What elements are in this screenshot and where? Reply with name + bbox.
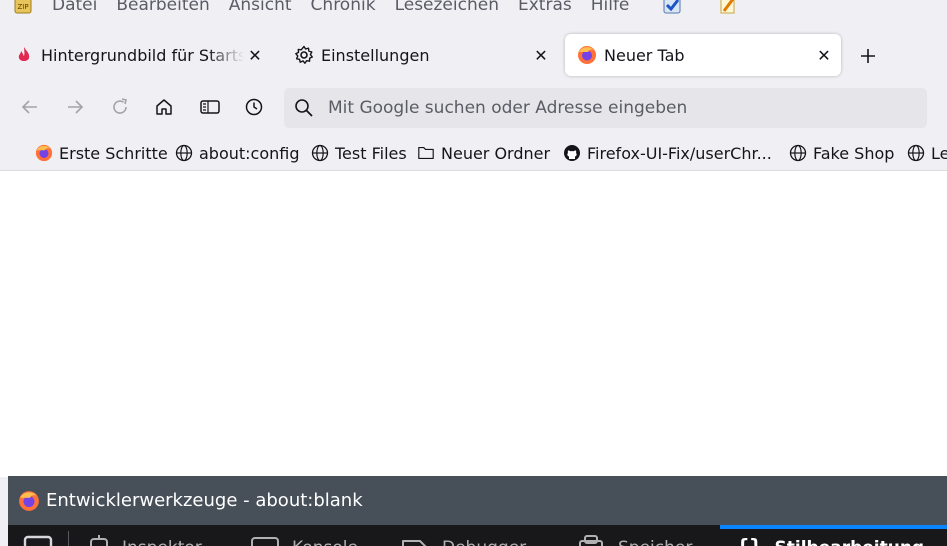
tab-label: Hintergrundbild für Startseite xyxy=(41,45,244,65)
devtools-tab-label: Speicher xyxy=(618,538,692,546)
gear-icon xyxy=(294,45,314,65)
plus-icon xyxy=(861,49,875,63)
tab-label: Einstellungen xyxy=(321,45,430,65)
devtools-tab-speicher[interactable]: Speicher xyxy=(576,533,692,546)
devtools-title: Entwicklerwerkzeuge - about:blank xyxy=(46,490,363,511)
close-icon[interactable]: ✕ xyxy=(530,44,552,66)
notepad-extension-icon[interactable] xyxy=(718,0,738,15)
firefox-icon xyxy=(35,144,53,162)
bookmarks-toolbar: Erste Schritte about:config Test Files N… xyxy=(0,138,947,168)
menu-extras[interactable]: Extras xyxy=(518,0,572,15)
menu-ansicht[interactable]: Ansicht xyxy=(229,0,292,15)
selected-tab-indicator xyxy=(720,525,947,529)
firefox-icon xyxy=(19,490,39,511)
bookmark-erste-schritte[interactable]: Erste Schritte xyxy=(35,141,168,165)
new-tab-button[interactable] xyxy=(856,44,880,68)
bookmark-fake-shop[interactable]: Fake Shop xyxy=(789,141,894,165)
home-button[interactable] xyxy=(152,95,176,119)
bookmark-label: Fake Shop xyxy=(813,143,895,163)
checkmark-extension-icon[interactable] xyxy=(662,0,682,15)
bookmark-label: Neuer Ordner xyxy=(441,143,551,163)
pick-element-icon xyxy=(23,535,53,546)
reload-icon xyxy=(113,98,127,114)
page-content[interactable] xyxy=(0,170,947,477)
devtools-tab-stilbearbeitung[interactable]: {} Stilbearbeitung xyxy=(736,533,924,546)
devtools-tab-label: Stilbearbeitung xyxy=(775,538,925,546)
devtools-tab-konsole[interactable]: Konsole xyxy=(250,533,358,546)
devtools-tab-label: Inspektor xyxy=(122,538,202,546)
clock-icon xyxy=(245,98,263,116)
github-icon xyxy=(563,144,581,162)
devtools-pick-element-button[interactable] xyxy=(23,533,53,546)
console-icon xyxy=(251,537,279,546)
toolbar-separator xyxy=(68,531,69,546)
tab-bar: Hintergrundbild für Startseite ✕ Einstel… xyxy=(0,30,947,80)
menu-bearbeiten[interactable]: Bearbeiten xyxy=(116,0,209,15)
back-button[interactable] xyxy=(18,95,42,119)
tab-hintergrundbild[interactable]: Hintergrundbild für Startseite ✕ xyxy=(2,34,272,76)
bookmark-about-config[interactable]: about:config xyxy=(175,141,300,165)
firefox-icon xyxy=(577,45,597,65)
bookmark-label: Test Files xyxy=(335,143,407,163)
zip-label: ZIP xyxy=(17,3,28,11)
globe-icon xyxy=(789,144,807,162)
devtools-tab-label: Konsole xyxy=(292,538,358,546)
history-button[interactable] xyxy=(242,95,266,119)
flame-icon xyxy=(14,45,34,65)
tab-einstellungen[interactable]: Einstellungen ✕ xyxy=(282,34,558,76)
folder-icon xyxy=(417,144,435,162)
arrow-left-icon xyxy=(21,100,37,114)
sidebar-toggle-button[interactable] xyxy=(198,95,222,119)
menu-chronik[interactable]: Chronik xyxy=(311,0,376,15)
style-editor-icon: {} xyxy=(736,536,763,546)
debugger-icon xyxy=(402,540,427,546)
devtools-titlebar[interactable]: Entwicklerwerkzeuge - about:blank xyxy=(8,476,947,525)
devtools-window: Entwicklerwerkzeuge - about:blank Inspek… xyxy=(8,476,947,546)
arrow-right-icon xyxy=(68,100,84,114)
close-icon[interactable]: ✕ xyxy=(813,44,835,66)
storage-icon xyxy=(579,535,603,546)
bookmark-label: about:config xyxy=(199,143,300,163)
devtools-tab-debugger[interactable]: Debugger xyxy=(400,533,526,546)
bookmark-test-files[interactable]: Test Files xyxy=(311,141,407,165)
menu-lesezeichen[interactable]: Lesezeichen xyxy=(395,0,499,15)
url-bar[interactable] xyxy=(284,88,927,128)
inspector-icon xyxy=(90,535,108,546)
globe-icon xyxy=(175,144,193,162)
globe-icon xyxy=(311,144,329,162)
devtools-toolbar: Inspektor Konsole Debugger Speicher {} S… xyxy=(8,525,947,546)
close-icon[interactable]: ✕ xyxy=(244,44,266,66)
globe-icon xyxy=(907,144,925,162)
menu-hilfe[interactable]: Hilfe xyxy=(591,0,630,15)
devtools-tab-inspektor[interactable]: Inspektor xyxy=(88,533,202,546)
forward-button[interactable] xyxy=(63,95,87,119)
menubar: ZIP Datei Bearbeiten Ansicht Chronik Les… xyxy=(0,0,947,22)
bookmark-label: Firefox-UI-Fix/userChr... xyxy=(587,143,772,163)
zip-archive-icon[interactable]: ZIP xyxy=(14,0,32,14)
menu-datei[interactable]: Datei xyxy=(52,0,97,15)
url-input[interactable] xyxy=(326,97,910,119)
tab-neuer-tab[interactable]: Neuer Tab ✕ xyxy=(565,34,841,76)
navigation-toolbar xyxy=(0,82,947,132)
search-icon xyxy=(295,99,313,117)
bookmark-le[interactable]: Le xyxy=(907,141,947,165)
bookmark-neuer-ordner[interactable]: Neuer Ordner xyxy=(417,141,550,165)
home-icon xyxy=(156,99,172,115)
sidebar-icon xyxy=(200,100,220,114)
bookmark-label: Erste Schritte xyxy=(59,143,168,163)
reload-button[interactable] xyxy=(108,95,132,119)
tab-label: Neuer Tab xyxy=(604,45,685,65)
devtools-tab-label: Debugger xyxy=(442,538,526,546)
bookmark-label: Le xyxy=(931,143,947,163)
bookmark-firefox-ui-fix[interactable]: Firefox-UI-Fix/userChr... xyxy=(563,141,772,165)
